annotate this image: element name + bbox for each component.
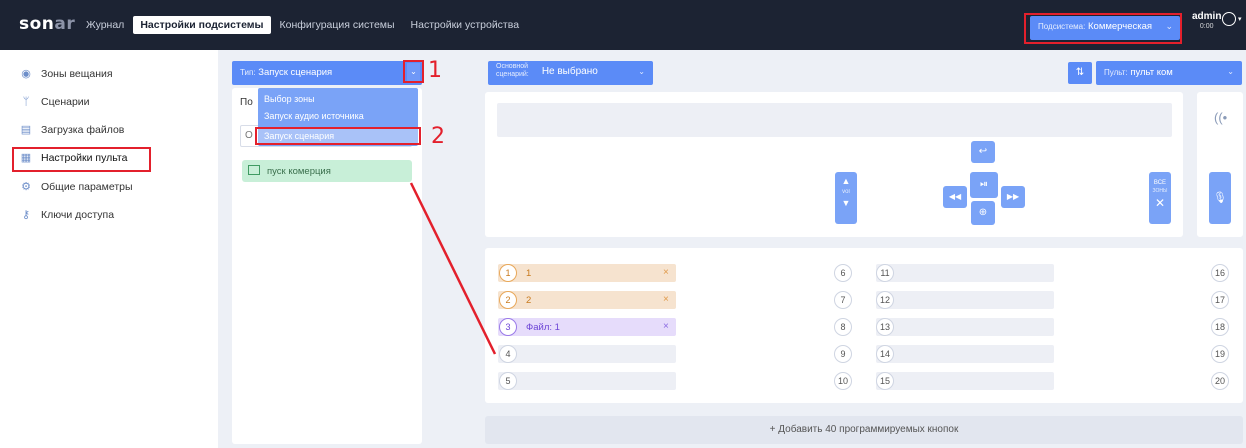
annotation-arrow (409, 182, 497, 355)
